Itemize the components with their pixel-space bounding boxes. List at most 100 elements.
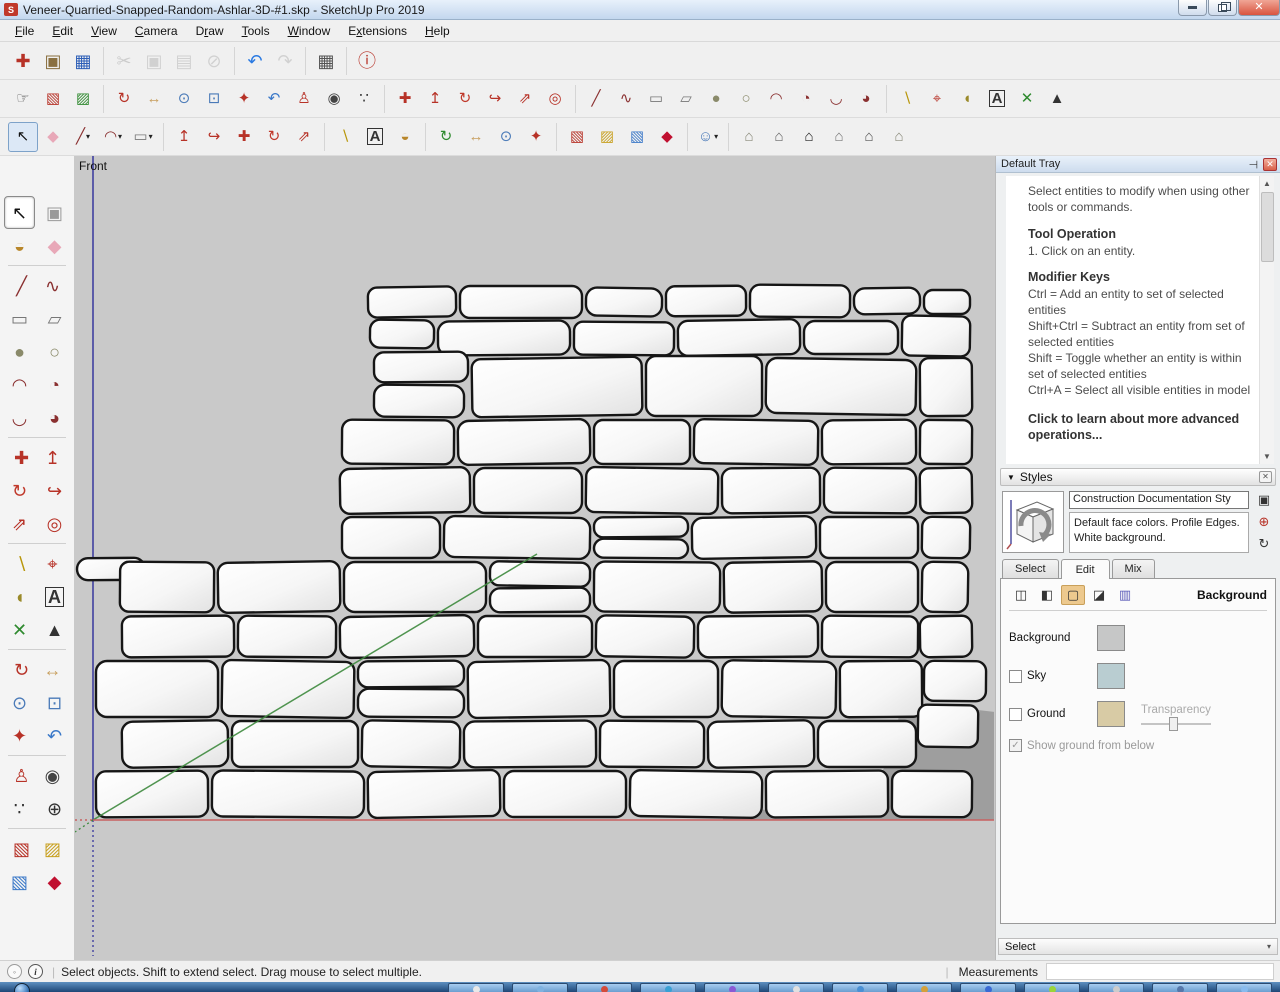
show-ground-checkbox[interactable]: ✓: [1009, 739, 1022, 752]
scroll-up-icon[interactable]: ▲: [1260, 176, 1274, 191]
ground-checkbox[interactable]: [1009, 707, 1022, 721]
stone[interactable]: [584, 465, 720, 516]
freehand-button[interactable]: ∿: [611, 84, 641, 114]
tab-edit[interactable]: Edit: [1060, 559, 1110, 579]
stone[interactable]: [748, 283, 852, 319]
stone[interactable]: [466, 658, 612, 720]
stone[interactable]: [342, 560, 488, 614]
face-settings-subtab[interactable]: ◧: [1035, 585, 1059, 605]
stone[interactable]: [820, 418, 918, 466]
stone[interactable]: [764, 769, 890, 819]
stone[interactable]: [696, 614, 820, 659]
arc-button[interactable]: ◠: [4, 368, 35, 401]
style-thumbnail[interactable]: [1002, 491, 1064, 553]
stone[interactable]: [598, 719, 706, 769]
stone[interactable]: [356, 687, 466, 719]
close-button[interactable]: ✕: [1238, 0, 1280, 16]
rotate-button[interactable]: ↻: [4, 474, 35, 507]
zoom-extents-button[interactable]: ✦: [4, 719, 35, 752]
select-tool-button[interactable]: ↖: [4, 196, 35, 229]
stone[interactable]: [690, 515, 818, 560]
pie-button[interactable]: ◔: [791, 84, 821, 114]
arc-menu-button[interactable]: ◠ ▾: [98, 122, 128, 152]
protractor-button[interactable]: ◖: [952, 84, 982, 114]
stone[interactable]: [920, 560, 970, 614]
circle-button[interactable]: ●: [4, 335, 35, 368]
pan-button[interactable]: ↔: [461, 122, 491, 152]
text-tool-button[interactable]: A: [39, 580, 70, 613]
stone[interactable]: [472, 466, 584, 515]
stone[interactable]: [592, 560, 722, 614]
new-button[interactable]: ✚: [8, 46, 38, 76]
background-color-swatch[interactable]: [1097, 625, 1125, 651]
model-viewport[interactable]: Front: [75, 156, 995, 960]
stone[interactable]: [368, 318, 436, 350]
walk-button[interactable]: ∵: [349, 84, 379, 114]
stone[interactable]: [592, 537, 690, 560]
stone[interactable]: [890, 769, 974, 819]
save-button[interactable]: ▦: [68, 46, 98, 76]
stone[interactable]: [692, 417, 820, 467]
warehouse-button[interactable]: ▧: [562, 122, 592, 152]
windows-taskbar[interactable]: [0, 982, 1280, 992]
ground-color-swatch[interactable]: [1097, 701, 1125, 727]
select-tool-button[interactable]: ↖: [8, 121, 38, 152]
offset-button[interactable]: ◎: [540, 84, 570, 114]
undo-button[interactable]: ↶: [240, 46, 270, 76]
stone[interactable]: [476, 614, 594, 659]
look-around-button[interactable]: ◉: [319, 84, 349, 114]
stone[interactable]: [338, 465, 472, 516]
stone[interactable]: [918, 466, 974, 515]
taskbar-button[interactable]: [1088, 983, 1144, 992]
stone[interactable]: [664, 284, 748, 318]
stone[interactable]: [94, 769, 210, 819]
zoom-extents-button[interactable]: ✦: [521, 122, 551, 152]
stone[interactable]: [612, 659, 720, 719]
stone[interactable]: [592, 515, 690, 539]
pie-button[interactable]: ◔: [39, 368, 70, 401]
view-front-button[interactable]: ⌂: [794, 122, 824, 152]
view-left-button[interactable]: ⌂: [884, 122, 914, 152]
stone[interactable]: [502, 769, 628, 819]
taskbar-button[interactable]: [1024, 983, 1080, 992]
tape-measure-button[interactable]: ∖: [330, 122, 360, 152]
position-camera-button[interactable]: ♙: [289, 84, 319, 114]
taskbar-button[interactable]: [576, 983, 632, 992]
text-tool-button[interactable]: A: [360, 122, 390, 152]
stone[interactable]: [722, 560, 824, 614]
erase-button[interactable]: ⊘: [199, 46, 229, 76]
rotate-button[interactable]: ↻: [450, 84, 480, 114]
stone[interactable]: [594, 614, 696, 659]
shapes-menu-button[interactable]: ▭ ▾: [128, 122, 158, 152]
component-go-button[interactable]: ▨: [68, 84, 98, 114]
redo-button[interactable]: ↷: [270, 46, 300, 76]
freehand-button[interactable]: ∿: [39, 269, 66, 302]
orbit-button[interactable]: ↻: [8, 653, 35, 686]
threed-text-button[interactable]: ▲: [39, 613, 70, 646]
stone[interactable]: [822, 466, 918, 515]
rotated-rectangle-button[interactable]: ▱: [39, 302, 70, 335]
two-point-arc-button[interactable]: ◡: [821, 84, 851, 114]
viewport-canvas[interactable]: [75, 156, 994, 960]
chevron-down-icon[interactable]: ▾: [149, 132, 153, 141]
pin-icon[interactable]: ⊤: [1247, 159, 1260, 169]
sector-button[interactable]: ◕: [39, 401, 70, 434]
arc-button[interactable]: ◠: [761, 84, 791, 114]
menu-camera[interactable]: Camera: [126, 22, 187, 40]
stone[interactable]: [338, 613, 476, 660]
stone[interactable]: [220, 658, 356, 720]
line-tool-button[interactable]: ╱: [581, 84, 611, 114]
follow-me-button[interactable]: ↪: [480, 84, 510, 114]
stone[interactable]: [366, 285, 458, 319]
zoom-extents-button[interactable]: ✦: [229, 84, 259, 114]
polygon-button[interactable]: ○: [731, 84, 761, 114]
previous-view-button[interactable]: ↶: [259, 84, 289, 114]
transparency-slider-thumb[interactable]: [1169, 716, 1178, 731]
follow-me-button[interactable]: ↪: [39, 474, 70, 507]
stone[interactable]: [920, 515, 972, 560]
stone[interactable]: [824, 560, 920, 614]
view-top-button[interactable]: ⌂: [824, 122, 854, 152]
move-button[interactable]: ✚: [8, 441, 35, 474]
axes-colored-button[interactable]: ✕: [1012, 84, 1042, 114]
measurements-input[interactable]: [1046, 963, 1274, 980]
